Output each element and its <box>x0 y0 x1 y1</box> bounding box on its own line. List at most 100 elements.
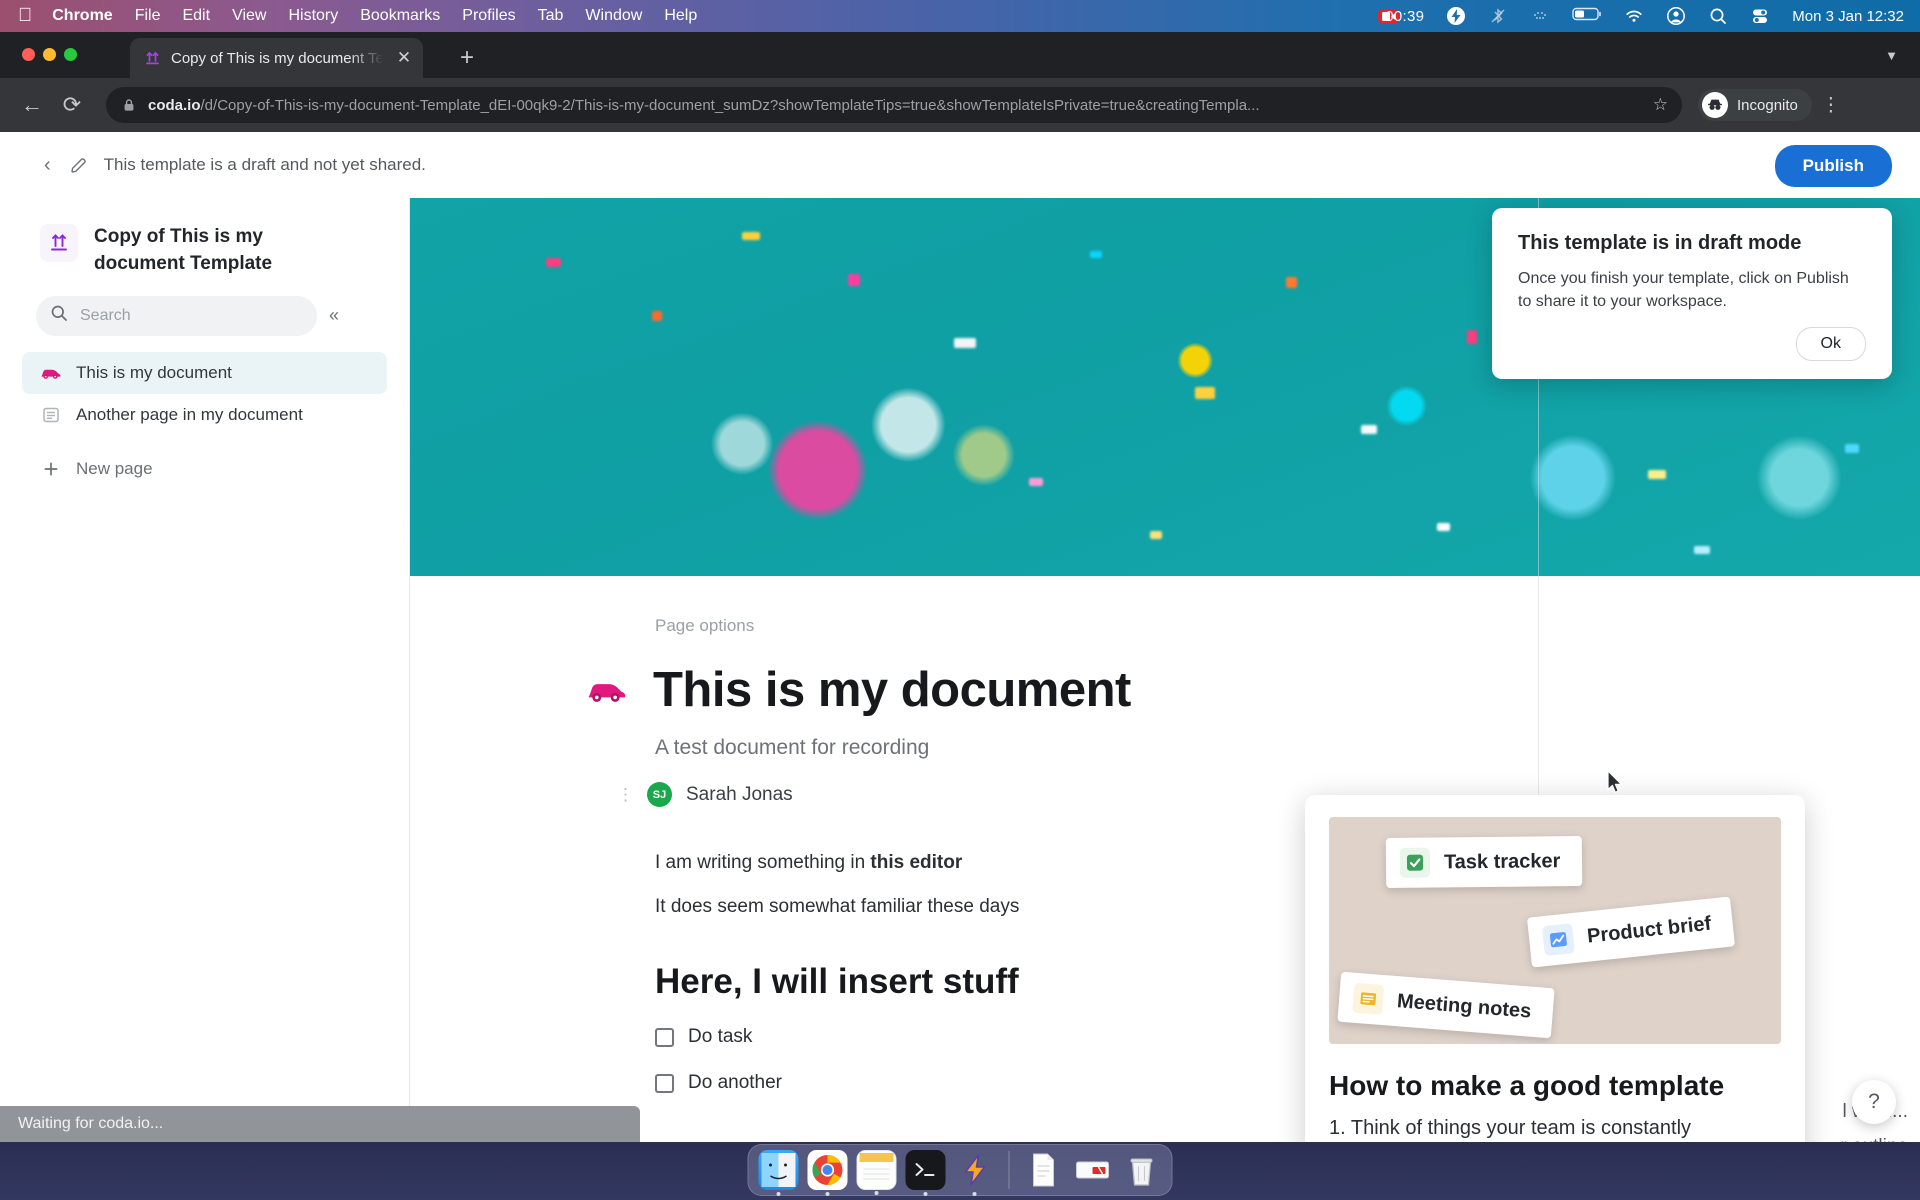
new-tab-button[interactable]: + <box>460 46 474 70</box>
chrome-window: Copy of This is my document Template ✕ +… <box>0 32 1920 1142</box>
download-file-icon[interactable] <box>1073 1150 1113 1190</box>
menu-item-help[interactable]: Help <box>664 7 697 25</box>
terminal-icon[interactable] <box>905 1150 946 1196</box>
running-indicator <box>923 1192 928 1196</box>
browser-toolbar: ← ⟳ coda.io/d/Copy-of-This-is-my-documen… <box>0 78 1920 132</box>
menu-item-edit[interactable]: Edit <box>182 7 210 25</box>
menu-item-window[interactable]: Window <box>585 7 642 25</box>
close-icon[interactable]: ✕ <box>393 48 415 68</box>
document-title-row: This is my document <box>585 662 1920 718</box>
paragraph-1-text: I am writing something in <box>655 852 871 873</box>
page-viewport: ‹ This template is a draft and not yet s… <box>0 132 1920 1142</box>
sidebar-item-this-is-my-document[interactable]: This is my document <box>22 351 387 394</box>
bolt-icon[interactable] <box>1446 6 1466 26</box>
draft-popup-ok-button[interactable]: Ok <box>1795 327 1866 362</box>
menu-item-view[interactable]: View <box>232 7 266 25</box>
close-window-button[interactable] <box>22 48 35 61</box>
chrome-icon[interactable] <box>807 1150 848 1196</box>
bolt-app-icon[interactable] <box>955 1150 995 1196</box>
page-list: This is my document Another page in my d… <box>22 351 387 490</box>
browser-tab[interactable]: Copy of This is my document Template ✕ <box>130 38 423 78</box>
search-icon[interactable] <box>1708 6 1728 26</box>
minimize-window-button[interactable] <box>43 48 56 61</box>
trash-icon[interactable] <box>1122 1150 1162 1190</box>
bookmark-star-icon[interactable]: ☆ <box>1653 95 1668 115</box>
menu-item-chrome[interactable]: Chrome <box>52 7 112 25</box>
plus-icon <box>40 460 62 478</box>
control-center-icon[interactable] <box>1750 6 1770 26</box>
chip-product-brief: Product brief <box>1526 896 1736 968</box>
template-tips-card: Task tracker Product brief Meeting notes… <box>1305 795 1805 1142</box>
reload-icon[interactable]: ⟳ <box>52 92 92 118</box>
apple-logo-icon[interactable]:  <box>18 6 32 25</box>
document-file-icon[interactable] <box>1024 1150 1064 1190</box>
address-bar[interactable]: coda.io/d/Copy-of-This-is-my-document-Te… <box>106 87 1682 123</box>
mouse-cursor <box>1607 770 1624 800</box>
page-title[interactable]: This is my document <box>653 662 1131 718</box>
search-icon <box>50 304 68 327</box>
sidebar-item-another-page[interactable]: Another page in my document <box>22 394 387 436</box>
drag-dots-icon[interactable]: ⋮ <box>617 786 634 803</box>
chevron-down-icon[interactable]: ▼ <box>1885 48 1898 63</box>
sidebar: Copy of This is my document Template « <box>0 198 410 1142</box>
cover-image[interactable]: This template is in draft mode Once you … <box>410 198 1920 576</box>
search-box[interactable] <box>36 295 317 336</box>
lock-icon[interactable] <box>122 98 136 112</box>
tips-hero-image: Task tracker Product brief Meeting notes <box>1329 817 1781 1044</box>
coda-doc-icon <box>40 224 78 262</box>
sidebar-item-label: This is my document <box>76 362 232 382</box>
profile-chip[interactable]: Incognito <box>1698 89 1812 121</box>
help-button[interactable]: ? <box>1852 1080 1896 1124</box>
page-options-label[interactable]: Page options <box>655 616 1920 636</box>
car-emoji-icon[interactable] <box>585 669 629 711</box>
avatar[interactable]: SJ <box>647 782 672 807</box>
search-input[interactable] <box>80 306 303 325</box>
new-page-button[interactable]: New page <box>22 448 387 490</box>
menu-bar-clock[interactable]: Mon 3 Jan 12:32 <box>1792 8 1904 25</box>
yellow-notes-icon <box>1352 982 1385 1015</box>
checkbox-icon[interactable] <box>655 1073 674 1093</box>
sidebar-doc-title: Copy of This is my document Template <box>94 226 273 274</box>
green-check-icon <box>1399 847 1431 878</box>
profile-label: Incognito <box>1737 96 1798 114</box>
recording-timer: 00:39 <box>1385 7 1425 25</box>
tab-title: Copy of This is my document Template <box>171 49 383 67</box>
bluetooth-off-icon[interactable] <box>1488 6 1508 26</box>
keyboard-brightness-icon[interactable] <box>1530 6 1550 26</box>
menu-item-history[interactable]: History <box>288 7 338 25</box>
chip-label: Task tracker <box>1443 849 1561 873</box>
todo-label: Do task <box>688 1026 753 1048</box>
double-chevron-left-icon[interactable]: « <box>329 305 339 326</box>
status-bubble: Waiting for coda.io... <box>0 1106 640 1142</box>
menu-item-profiles[interactable]: Profiles <box>462 7 515 25</box>
back-arrow-icon[interactable]: ← <box>12 92 52 118</box>
control-center-user-icon[interactable] <box>1666 6 1686 26</box>
url-path: /d/Copy-of-This-is-my-document-Template_… <box>200 96 1260 114</box>
menu-item-file[interactable]: File <box>135 7 161 25</box>
running-indicator <box>874 1191 879 1195</box>
document-subtitle[interactable]: A test document for recording <box>655 736 1920 760</box>
sidebar-doc-header[interactable]: Copy of This is my document Template <box>22 216 387 296</box>
menu-item-bookmarks[interactable]: Bookmarks <box>360 7 440 25</box>
running-indicator <box>776 1192 781 1196</box>
maximize-window-button[interactable] <box>64 48 77 61</box>
new-page-label: New page <box>76 458 153 478</box>
window-controls[interactable] <box>22 48 77 61</box>
publish-button[interactable]: Publish <box>1774 145 1892 187</box>
wifi-icon[interactable] <box>1624 6 1644 26</box>
draft-popup-title: This template is in draft mode <box>1518 232 1802 254</box>
notes-icon[interactable] <box>856 1150 897 1195</box>
coda-doc-icon <box>144 50 161 67</box>
menu-item-tab[interactable]: Tab <box>538 7 564 25</box>
finder-icon[interactable] <box>758 1150 799 1196</box>
todo-label: Do another <box>688 1072 783 1094</box>
author-name: Sarah Jonas <box>686 783 793 805</box>
car-emoji-icon <box>40 365 62 380</box>
three-dot-menu-icon[interactable]: ⋮ <box>1812 94 1850 117</box>
checkbox-icon[interactable] <box>655 1027 674 1047</box>
chevron-left-icon[interactable]: ‹ <box>44 154 51 177</box>
pencil-icon[interactable] <box>69 156 88 175</box>
draft-message: This template is a draft and not yet sha… <box>103 155 426 174</box>
sidebar-item-label: Another page in my document <box>76 404 303 424</box>
battery-icon[interactable] <box>1572 6 1602 26</box>
